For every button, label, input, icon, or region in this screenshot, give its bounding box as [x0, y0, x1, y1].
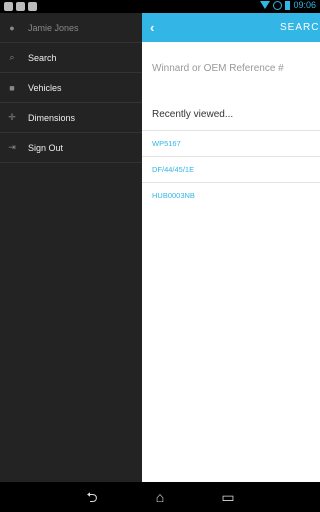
notification-icon — [16, 2, 25, 11]
drawer-item-label: Dimensions — [28, 112, 76, 123]
sync-icon — [273, 0, 283, 10]
drawer-item-search[interactable]: ⌕ Search — [0, 43, 142, 73]
search-icon: ⌕ — [9, 52, 15, 62]
action-bar: ‹ SEARCH — [142, 13, 320, 42]
list-item[interactable]: WP5167 — [142, 130, 320, 156]
system-navigation-bar: ⮌ ⌂ ▭ — [0, 482, 320, 512]
notification-icon — [28, 2, 37, 11]
status-bar: 09:06 — [0, 0, 320, 13]
drawer-item-vehicles[interactable]: ■ Vehicles — [0, 73, 142, 103]
back-icon[interactable]: ⮌ — [80, 488, 104, 506]
page-title: SEARCH — [280, 22, 320, 33]
move-icon: ✛ — [8, 112, 16, 122]
notification-icons — [4, 2, 37, 11]
system-icons: 09:06 — [260, 0, 316, 10]
search-input[interactable] — [152, 55, 317, 81]
drawer-item-label: Sign Out — [28, 142, 64, 153]
recent-apps-icon[interactable]: ▭ — [216, 488, 240, 506]
home-icon[interactable]: ⌂ — [148, 488, 172, 506]
recently-viewed-heading: Recently viewed... — [152, 109, 234, 120]
search-panel: ‹ SEARCH Recently viewed... WP5167 DF/44… — [142, 13, 320, 482]
wifi-icon — [260, 1, 271, 9]
search-field-container — [142, 42, 320, 94]
notification-icon — [4, 2, 13, 11]
drawer-user[interactable]: ● Jamie Jones — [0, 13, 142, 43]
list-item[interactable]: HUB0003NB — [142, 182, 320, 208]
sign-out-icon: ⇥ — [8, 142, 16, 152]
status-time: 09:06 — [293, 0, 316, 10]
navigation-drawer: ● Jamie Jones ⌕ Search ■ Vehicles ✛ Dime… — [0, 13, 142, 482]
car-icon: ■ — [9, 82, 15, 93]
list-item[interactable]: DF/44/45/1E — [142, 156, 320, 182]
user-icon: ● — [9, 22, 15, 33]
drawer-item-sign-out[interactable]: ⇥ Sign Out — [0, 133, 142, 163]
drawer-item-label: Vehicles — [28, 82, 62, 93]
drawer-item-dimensions[interactable]: ✛ Dimensions — [0, 103, 142, 133]
back-chevron-icon[interactable]: ‹ — [150, 20, 154, 35]
battery-icon — [285, 0, 291, 10]
recently-viewed-list: WP5167 DF/44/45/1E HUB0003NB — [142, 130, 320, 208]
user-name: Jamie Jones — [28, 22, 79, 33]
drawer-item-label: Search — [28, 52, 57, 63]
